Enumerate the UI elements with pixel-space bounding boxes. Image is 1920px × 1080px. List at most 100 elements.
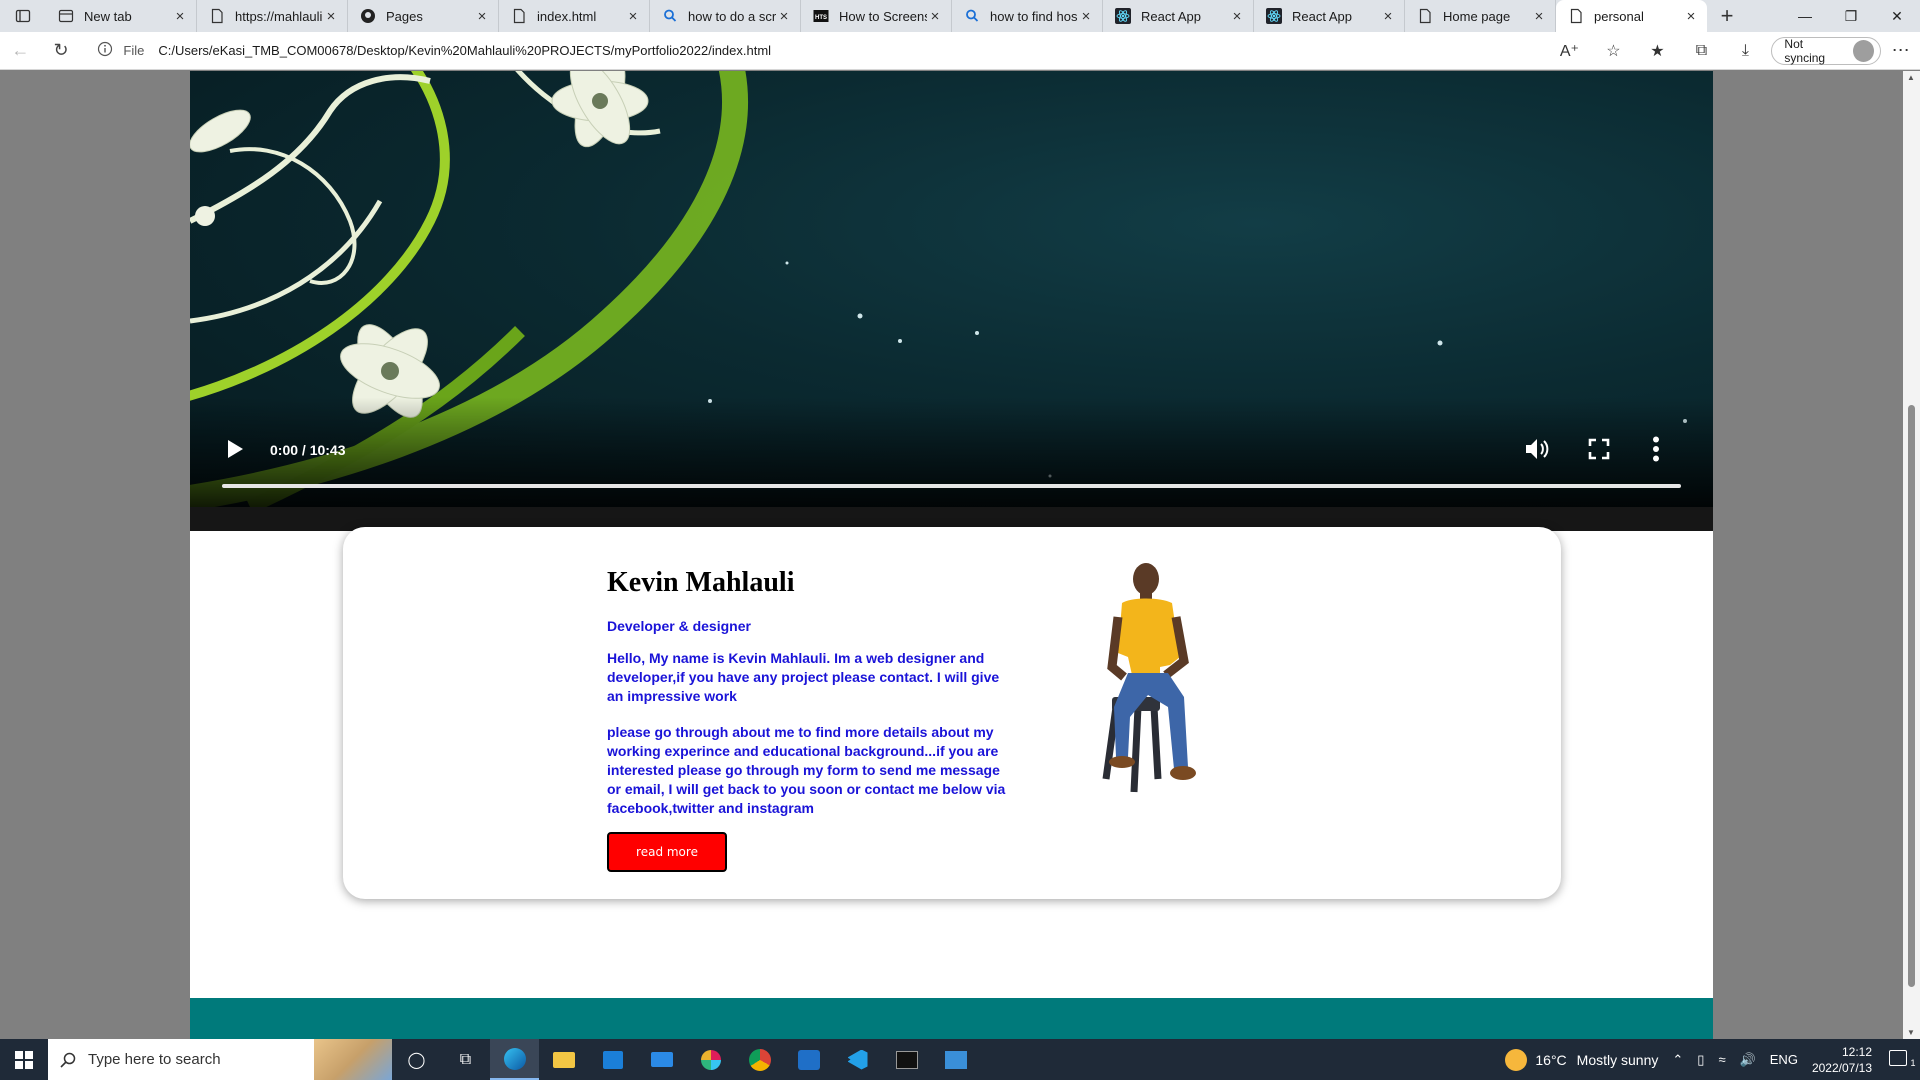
browser-tab[interactable]: New tab × bbox=[46, 0, 197, 32]
system-tray: 16°C Mostly sunny ⌃ ▯ ≈ 🔊 ENG 12:12 2022… bbox=[1505, 1039, 1920, 1080]
browser-tab[interactable]: Pages × bbox=[348, 0, 499, 32]
mail-icon[interactable] bbox=[637, 1039, 686, 1080]
play-icon[interactable] bbox=[228, 440, 243, 458]
page-icon bbox=[1417, 8, 1433, 24]
avatar bbox=[1852, 39, 1875, 62]
video-progress-bar[interactable] bbox=[222, 484, 1681, 488]
restore-icon[interactable]: ❐ bbox=[1828, 0, 1874, 32]
browser-tab[interactable]: React App × bbox=[1103, 0, 1254, 32]
close-tab-icon[interactable]: × bbox=[927, 8, 943, 25]
store-icon[interactable] bbox=[588, 1039, 637, 1080]
close-tab-icon[interactable]: × bbox=[1229, 8, 1245, 25]
scheme-label: File bbox=[123, 43, 145, 58]
slack-icon[interactable] bbox=[686, 1039, 735, 1080]
file-explorer-icon[interactable] bbox=[539, 1039, 588, 1080]
volume-tray-icon[interactable]: 🔊 bbox=[1740, 1052, 1756, 1068]
browser-tab[interactable]: https://mahlauli × bbox=[197, 0, 348, 32]
tab-actions-icon[interactable] bbox=[0, 0, 46, 32]
address-bar[interactable]: File C:/Users/eKasi_TMB_COM00678/Desktop… bbox=[87, 36, 1547, 66]
cortana-icon[interactable]: ◯ bbox=[392, 1039, 441, 1080]
react-icon bbox=[1266, 8, 1282, 24]
browser-tab[interactable]: React App × bbox=[1254, 0, 1405, 32]
close-tab-icon[interactable]: × bbox=[323, 8, 339, 25]
video-more-icon[interactable] bbox=[1652, 436, 1660, 462]
footer-band bbox=[190, 998, 1713, 1039]
search-icon bbox=[662, 8, 678, 24]
profile-details: please go through about me to find more … bbox=[607, 724, 1006, 816]
windows-start-icon[interactable] bbox=[0, 1039, 48, 1080]
wifi-icon[interactable]: ≈ bbox=[1718, 1052, 1725, 1068]
task-view-icon[interactable]: ⧉ bbox=[441, 1039, 490, 1080]
tab-list: New tab × https://mahlauli × Pages × index.htm… bbox=[46, 0, 1707, 32]
downloads-icon[interactable]: ⤓ bbox=[1723, 42, 1767, 60]
clock[interactable]: 12:12 2022/07/13 bbox=[1812, 1044, 1872, 1076]
terminal-icon[interactable] bbox=[882, 1039, 931, 1080]
device-icon[interactable]: ▯ bbox=[1697, 1052, 1704, 1068]
close-tab-icon[interactable]: × bbox=[1380, 8, 1396, 25]
profile-card: Kevin Mahlauli Developer & designer Hell… bbox=[343, 527, 1561, 899]
chevron-up-icon[interactable]: ⌃ bbox=[1672, 1052, 1683, 1068]
scrollbar-thumb[interactable] bbox=[1908, 405, 1915, 987]
clock-date: 2022/07/13 bbox=[1811, 1060, 1872, 1075]
profile-name: Kevin Mahlauli bbox=[607, 567, 795, 598]
react-icon bbox=[1115, 8, 1131, 24]
profile-role: Developer & designer bbox=[607, 618, 751, 634]
browser-tab[interactable]: index.html × bbox=[499, 0, 650, 32]
close-tab-icon[interactable]: × bbox=[625, 8, 641, 25]
favorite-star-icon[interactable]: ☆ bbox=[1591, 41, 1635, 61]
video-player[interactable]: 0:00 / 10:43 bbox=[190, 71, 1713, 507]
page-body: 0:00 / 10:43 Kevin Mahlauli Developer & … bbox=[190, 71, 1713, 1039]
language-indicator[interactable]: ENG bbox=[1770, 1052, 1798, 1068]
new-tab-button[interactable]: + bbox=[1707, 0, 1747, 32]
notification-count: 1 bbox=[1910, 1058, 1916, 1068]
settings-more-icon[interactable]: ⋯ bbox=[1881, 40, 1920, 61]
profile-photo bbox=[1102, 563, 1196, 793]
fullscreen-icon[interactable] bbox=[1588, 438, 1610, 460]
browser-tab[interactable]: HTS How to Screens × bbox=[801, 0, 952, 32]
vscode-icon[interactable] bbox=[833, 1039, 882, 1080]
back-icon[interactable]: ← bbox=[0, 40, 41, 61]
url-text[interactable]: C:/Users/eKasi_TMB_COM00678/Desktop/Kevi… bbox=[158, 43, 771, 58]
tab-title: how to do a scr bbox=[688, 8, 776, 24]
browser-tab[interactable]: how to do a scr × bbox=[650, 0, 801, 32]
refresh-icon[interactable]: ↻ bbox=[41, 40, 82, 61]
search-icon bbox=[964, 8, 980, 24]
minimize-icon[interactable]: — bbox=[1782, 0, 1828, 32]
video-app-icon[interactable] bbox=[784, 1039, 833, 1080]
video-controls-shade bbox=[190, 397, 1713, 507]
taskbar-search[interactable]: Type here to search bbox=[48, 1039, 392, 1080]
collections-icon[interactable]: ⧉ bbox=[1679, 42, 1723, 60]
tab-title: Home page bbox=[1443, 8, 1511, 24]
profile-sync-button[interactable]: Not syncing bbox=[1771, 36, 1882, 65]
browser-toolbar: ← ↻ File C:/Users/eKasi_TMB_COM00678/Des… bbox=[0, 32, 1920, 70]
close-tab-icon[interactable]: × bbox=[776, 8, 792, 25]
close-tab-icon[interactable]: × bbox=[172, 8, 188, 25]
read-aloud-icon[interactable]: A⁺ bbox=[1547, 41, 1591, 61]
tab-title: how to find hos bbox=[990, 8, 1078, 24]
search-highlight-art bbox=[314, 1039, 392, 1080]
scroll-up-icon[interactable]: ▲ bbox=[1907, 73, 1915, 82]
browser-tab[interactable]: how to find hos × bbox=[952, 0, 1103, 32]
favorites-icon[interactable]: ★ bbox=[1635, 41, 1679, 61]
volume-icon[interactable] bbox=[1524, 437, 1550, 461]
tab-title: React App bbox=[1141, 8, 1201, 24]
close-tab-icon[interactable]: × bbox=[1531, 8, 1547, 25]
notifications-icon[interactable]: 1 bbox=[1884, 1050, 1920, 1069]
close-tab-icon[interactable]: × bbox=[474, 8, 490, 25]
read-more-button[interactable]: read more bbox=[607, 832, 727, 872]
close-tab-icon[interactable]: × bbox=[1078, 8, 1094, 25]
photos-icon[interactable] bbox=[931, 1039, 980, 1080]
chrome-icon[interactable] bbox=[735, 1039, 784, 1080]
scroll-down-icon[interactable]: ▼ bbox=[1907, 1028, 1915, 1037]
close-tab-icon[interactable]: × bbox=[1683, 8, 1699, 25]
taskbar: Type here to search ◯ ⧉ 16°C Mostly sunn… bbox=[0, 1039, 1920, 1080]
weather-widget[interactable]: 16°C Mostly sunny bbox=[1505, 1048, 1658, 1071]
browser-tab[interactable]: personal × bbox=[1556, 0, 1707, 32]
info-icon[interactable] bbox=[97, 41, 117, 60]
tab-title: New tab bbox=[84, 8, 132, 24]
browser-tab[interactable]: Home page × bbox=[1405, 0, 1556, 32]
edge-icon[interactable] bbox=[490, 1039, 539, 1080]
close-window-icon[interactable]: ✕ bbox=[1874, 0, 1920, 32]
page-scrollbar[interactable]: ▲ ▼ bbox=[1903, 71, 1920, 1039]
profile-intro: Hello, My name is Kevin Mahlauli. Im a w… bbox=[607, 650, 1000, 704]
